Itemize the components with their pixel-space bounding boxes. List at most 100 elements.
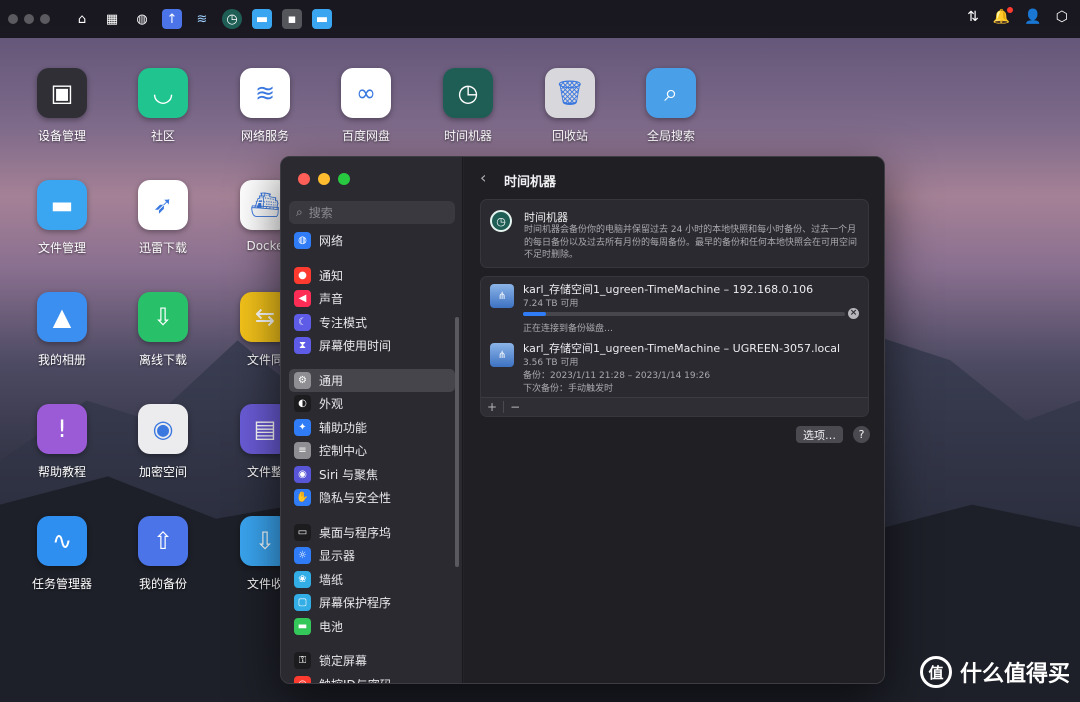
control-center-icon: ≡ <box>294 442 311 460</box>
cancel-backup-button[interactable]: × <box>848 308 859 319</box>
sidebar-scrollbar[interactable] <box>455 317 459 567</box>
sidebar-item-display[interactable]: ☼ 显示器 <box>289 544 455 568</box>
sidebar-nav: ◍ 网络 ● 通知 ◀ 声音 ☾ 专注模式 ⧗ 屏幕使用时间 ⚙ 通用 ◐ 外观 ✦ 辅助功能 ≡ 控制中心 ◉ Si… <box>289 229 455 683</box>
sidebar-item-dock[interactable]: ▭ 桌面与程序坞 <box>289 521 455 545</box>
globe-icon[interactable]: ◍ <box>132 9 152 29</box>
moon-icon: ☾ <box>294 313 311 331</box>
app-label: 社区 <box>150 129 175 143</box>
sidebar-item-moon[interactable]: ☾ 专注模式 <box>289 311 455 335</box>
help-icon: ! <box>37 404 87 454</box>
sidebar-item-label: 通知 <box>319 268 344 283</box>
trash-icon: 🗑 <box>545 68 595 118</box>
sidebar-item-fingerprint[interactable]: ◎ 触控ID与密码 <box>289 673 455 683</box>
info-description: 时间机器会备份你的电脑并保留过去 24 小时的本地快照和每小时备份、过去一个月的… <box>524 225 858 260</box>
desktop-app-folder[interactable]: ▬ 文件管理 <box>14 180 110 256</box>
lock-icon: ⚿ <box>294 652 311 670</box>
sidebar-item-wallpaper[interactable]: ❀ 墙纸 <box>289 568 455 592</box>
sidebar-item-lock[interactable]: ⚿ 锁定屏幕 <box>289 649 455 673</box>
wifi-icon: ≋ <box>240 68 290 118</box>
network-icon[interactable]: ≋ <box>192 9 212 29</box>
watermark-text: 什么值得买 <box>959 662 1070 687</box>
time-machine-icon[interactable]: ◷ <box>222 9 242 29</box>
app-label: 我的备份 <box>138 577 187 591</box>
desktop-app-trash[interactable]: 🗑 回收站 <box>522 68 618 144</box>
sidebar-item-accessibility[interactable]: ✦ 辅助功能 <box>289 416 455 440</box>
hand-icon: ✋ <box>294 489 311 507</box>
desktop-app-photos[interactable]: ▲ 我的相册 <box>14 292 110 368</box>
options-button[interactable]: 选项… <box>796 426 843 443</box>
search-input[interactable]: ⌕ 搜索 <box>289 201 455 224</box>
desktop-app-baidu-pan[interactable]: ∞ 百度网盘 <box>318 68 414 144</box>
download-icon: ⇩ <box>138 292 188 342</box>
bell-icon[interactable]: 🔔 <box>993 7 1014 25</box>
sidebar-item-hourglass[interactable]: ⧗ 屏幕使用时间 <box>289 334 455 358</box>
app-label: 文件管理 <box>37 241 86 255</box>
search-placeholder: 搜索 <box>308 206 333 220</box>
backup-disks-list: ⋔ karl_存储空间1_ugreen-TimeMachine – 192.16… <box>480 276 869 417</box>
app-label: 加密空间 <box>138 465 187 479</box>
info-title: 时间机器 <box>524 211 568 224</box>
app-label: 网络服务 <box>240 129 289 143</box>
device-manager-icon: ▣ <box>37 68 87 118</box>
page-title: 时间机器 <box>504 175 557 190</box>
user-icon[interactable]: 👤 <box>1024 9 1041 25</box>
sidebar-item-label: 外观 <box>319 397 344 412</box>
desktop-app-download[interactable]: ⇩ 离线下载 <box>115 292 211 368</box>
desktop-app-community[interactable]: ◡ 社区 <box>115 68 211 144</box>
help-button[interactable]: ? <box>853 426 870 443</box>
backup-icon: ⇧ <box>138 516 188 566</box>
desktop-app-time-machine[interactable]: ◷ 时间机器 <box>420 68 516 144</box>
disk-size: 7.24 TB 可用 <box>523 299 579 309</box>
apps-grid-icon[interactable]: ▦ <box>102 9 122 29</box>
app-label: Docke <box>246 239 284 253</box>
zoom-button[interactable] <box>338 173 350 185</box>
backup-app-icon[interactable]: ↑ <box>162 9 182 29</box>
remove-disk-button[interactable]: − <box>504 400 526 414</box>
minimize-button[interactable] <box>318 173 330 185</box>
wallpaper-icon: ❀ <box>294 570 311 588</box>
sidebar-item-siri[interactable]: ◉ Siri 与聚焦 <box>289 463 455 487</box>
desktop-app-device-manager[interactable]: ▣ 设备管理 <box>14 68 110 144</box>
device-icon[interactable]: ▪ <box>282 9 302 29</box>
desktop-app-backup[interactable]: ⇧ 我的备份 <box>115 516 211 592</box>
close-button[interactable] <box>298 173 310 185</box>
desktop-app-help[interactable]: ! 帮助教程 <box>14 404 110 480</box>
sidebar-item-label: 隐私与安全性 <box>319 491 392 506</box>
sidebar-item-screensaver[interactable]: ▢ 屏幕保护程序 <box>289 591 455 615</box>
desktop-app-wifi[interactable]: ≋ 网络服务 <box>217 68 313 144</box>
app-label: 百度网盘 <box>341 129 390 143</box>
zoom-dot[interactable] <box>40 14 50 24</box>
home-icon[interactable]: ⌂ <box>72 9 92 29</box>
system-settings-window: ⌕ 搜索 ◍ 网络 ● 通知 ◀ 声音 ☾ 专注模式 ⧗ 屏幕使用时间 ⚙ 通用 ◐ 外观 ✦ 辅助功能 ≡ 控制… <box>280 156 885 684</box>
sidebar-item-gear[interactable]: ⚙ 通用 <box>289 368 455 392</box>
sidebar-item-globe[interactable]: ◍ 网络 <box>289 229 455 253</box>
minimize-dot[interactable] <box>24 14 34 24</box>
sidebar-item-hand[interactable]: ✋ 隐私与安全性 <box>289 486 455 510</box>
folder-icon: ▬ <box>37 180 87 230</box>
desktop-app-task-manager[interactable]: ∿ 任务管理器 <box>14 516 110 592</box>
back-chevron-icon[interactable]: ‹ <box>480 168 486 187</box>
sidebar-item-sound[interactable]: ◀ 声音 <box>289 287 455 311</box>
add-disk-button[interactable]: + <box>481 400 503 414</box>
watermark: 值 什么值得买 <box>919 656 1070 688</box>
sidebar-item-notification[interactable]: ● 通知 <box>289 264 455 288</box>
sync-icon[interactable]: ⇅ <box>967 9 979 25</box>
desktop-app-thunder[interactable]: ➶ 迅雷下载 <box>115 180 211 256</box>
folder-blue-icon[interactable]: ▬ <box>312 9 332 29</box>
sidebar-item-label: 屏幕保护程序 <box>319 596 392 611</box>
desktop-app-search[interactable]: ⌕ 全局搜索 <box>623 68 719 144</box>
sidebar-item-battery[interactable]: ▬ 电池 <box>289 615 455 639</box>
sidebar-item-control-center[interactable]: ≡ 控制中心 <box>289 439 455 463</box>
add-remove-bar: + − <box>481 397 868 416</box>
fingerprint-icon: ◎ <box>294 675 311 683</box>
folder-icon[interactable]: ▬ <box>252 9 272 29</box>
app-label: 迅雷下载 <box>138 241 187 255</box>
sidebar-item-label: 控制中心 <box>319 444 368 459</box>
appearance-icon: ◐ <box>294 395 311 413</box>
settings-icon[interactable]: ⬡ <box>1056 9 1068 25</box>
desktop-app-safe[interactable]: ◉ 加密空间 <box>115 404 211 480</box>
close-dot[interactable] <box>8 14 18 24</box>
sidebar-item-appearance[interactable]: ◐ 外观 <box>289 392 455 416</box>
